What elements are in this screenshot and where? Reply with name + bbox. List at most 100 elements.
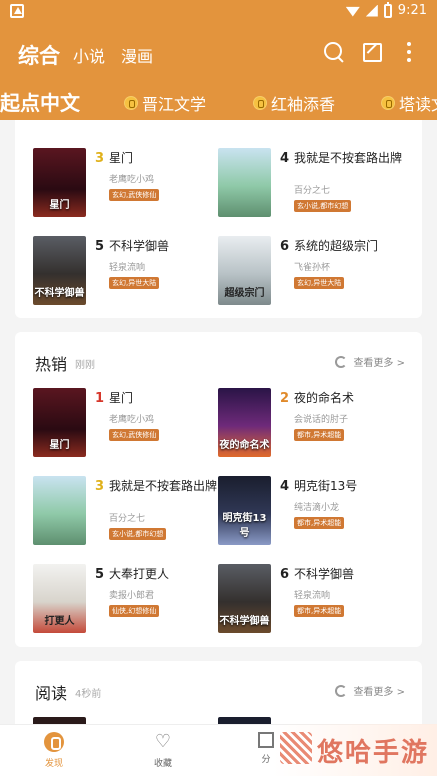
book-cover: 超级宗门 [218, 236, 271, 305]
section-updated: 4秒前 [75, 689, 102, 700]
see-more-label: 查看更多 > [353, 358, 405, 369]
book-title: 我就是不按套路出牌 [294, 151, 403, 165]
book-title: 我就是不按套路出牌 [109, 479, 218, 493]
nav-label: 分 [261, 755, 271, 765]
book-title: 系统的超级宗门 [294, 239, 379, 253]
wifi-icon [345, 6, 360, 17]
book-tag: 玄小说,都市幻想 [109, 528, 167, 540]
coin-icon [253, 96, 267, 110]
book-cover: 不科学御兽 [218, 564, 271, 633]
status-bar: 9:21 [0, 0, 437, 24]
book-item[interactable]: 明克街13号 4 明克街13号 纯洁滴小龙 都市,异术超能 [218, 476, 418, 548]
section-updated: 刚刚 [75, 360, 95, 371]
channel-hongxiu[interactable]: 红袖添香 [253, 91, 335, 115]
book-item[interactable]: 星门 1 星门 老鹰吃小鸡 玄幻,武侠修仙 [33, 388, 233, 460]
book-item[interactable]: 4 我就是不按套路出牌 百分之七 玄小说,都市幻想 [218, 148, 418, 220]
section-title: 热销 [35, 355, 68, 374]
book-item[interactable]: 超级宗门 6 系统的超级宗门 飞雀孙杯 玄幻,异世大陆 [218, 236, 418, 308]
more-menu-icon[interactable] [398, 41, 420, 63]
book-author: 老鹰吃小鸡 [109, 175, 155, 185]
watermark-logo [280, 732, 312, 764]
rank-number: 1 [95, 391, 105, 406]
channel-label: 晋江文学 [142, 95, 207, 114]
section-title: 阅读 [35, 684, 68, 703]
coin-icon [124, 96, 138, 110]
content-area[interactable]: 星门 3 星门 老鹰吃小鸡 玄幻,武侠修仙 4 我就是不按套路出牌 百分之七 玄… [0, 120, 437, 724]
book-cover: 星门 [33, 388, 86, 457]
book-cover: 明克街13号 [218, 476, 271, 545]
tab-novel[interactable]: 小说 [73, 43, 105, 67]
book-cover: 打更人 [33, 564, 86, 633]
rank-number: 4 [280, 479, 290, 494]
channel-bar: 起点中文 晋江文学 红袖添香 塔读文 [0, 84, 437, 120]
grid-icon [258, 732, 274, 748]
heart-icon: ♡ [154, 731, 172, 752]
book-cover [218, 148, 271, 217]
book-author: 轻泉流响 [109, 263, 146, 273]
book-tag: 玄幻,武侠修仙 [109, 429, 160, 441]
book-title: 明克街13号 [294, 479, 358, 493]
refresh-icon [335, 684, 348, 697]
channel-label: 红袖添香 [271, 95, 336, 114]
rank-number: 4 [280, 151, 290, 166]
book-author: 卖报小郎君 [109, 591, 155, 601]
watermark-text: 悠哈手游 [316, 738, 429, 768]
channel-tadu[interactable]: 塔读文 [381, 91, 437, 115]
channel-label: 塔读文 [399, 95, 437, 114]
notification-icon [10, 4, 24, 18]
reading-card: 阅读 4秒前 查看更多 > [15, 661, 422, 724]
book-author: 百分之七 [109, 514, 146, 524]
nav-favorites[interactable]: ♡ 收藏 [133, 731, 193, 770]
tab-comic[interactable]: 漫画 [121, 43, 153, 67]
book-tag: 玄幻,异世大陆 [294, 277, 345, 289]
nav-label: 收藏 [153, 759, 172, 769]
status-right: 9:21 [345, 1, 427, 18]
tab-comprehensive[interactable]: 综合 [18, 40, 60, 70]
rank-number: 6 [280, 239, 290, 254]
ranking-card: 星门 3 星门 老鹰吃小鸡 玄幻,武侠修仙 4 我就是不按套路出牌 百分之七 玄… [15, 120, 422, 318]
book-title: 不科学御兽 [109, 239, 170, 253]
rank-number: 5 [95, 239, 105, 254]
rank-number: 5 [95, 567, 105, 582]
see-more-label: 查看更多 > [353, 687, 405, 698]
book-author: 飞雀孙杯 [294, 263, 331, 273]
book-cover [33, 476, 86, 545]
book-tag: 都市,异术超能 [294, 605, 345, 617]
book-title: 不科学御兽 [294, 567, 355, 581]
book-author: 纯洁滴小龙 [294, 503, 340, 513]
book-item[interactable]: 星门 3 星门 老鹰吃小鸡 玄幻,武侠修仙 [33, 148, 233, 220]
nav-discover[interactable]: 发现 [24, 732, 84, 769]
battery-icon [383, 1, 392, 18]
book-item[interactable]: 不科学御兽 6 不科学御兽 轻泉流响 都市,异术超能 [218, 564, 418, 636]
nav-label: 发现 [44, 759, 63, 769]
clock: 9:21 [397, 3, 427, 18]
search-icon[interactable] [323, 41, 345, 63]
book-item[interactable]: 夜的命名术 2 夜的命名术 会说话的肘子 都市,异术超能 [218, 388, 418, 460]
book-author: 百分之七 [294, 186, 331, 196]
channel-label: 起点中文 [0, 91, 80, 115]
book-title: 大奉打更人 [109, 567, 170, 581]
book-cover: 星门 [33, 148, 86, 217]
book-tag: 玄小说,都市幻想 [294, 200, 352, 212]
see-more-button[interactable]: 查看更多 > [335, 683, 405, 698]
book-item[interactable]: 3 我就是不按套路出牌 百分之七 玄小说,都市幻想 [33, 476, 233, 548]
rank-number: 2 [280, 391, 290, 406]
book-tag: 仙侠,幻想修仙 [109, 605, 160, 617]
book-author: 老鹰吃小鸡 [109, 415, 155, 425]
hot-sales-card: 热销 刚刚 查看更多 > 星门 1 星门 老鹰吃小鸡 玄幻,武侠修仙 夜的命名术… [15, 332, 422, 647]
channel-qidian[interactable]: 起点中文 [0, 87, 80, 116]
book-title: 星门 [109, 151, 134, 165]
book-cover [218, 717, 271, 724]
book-item[interactable]: 不科学御兽 5 不科学御兽 轻泉流响 玄幻,异世大陆 [33, 236, 233, 308]
book-item[interactable]: 打更人 5 大奉打更人 卖报小郎君 仙侠,幻想修仙 [33, 564, 233, 636]
book-title: 星门 [109, 391, 134, 405]
edit-icon[interactable] [361, 41, 383, 63]
book-title: 夜的命名术 [294, 391, 355, 405]
coin-icon [381, 96, 395, 110]
rank-number: 6 [280, 567, 290, 582]
see-more-button[interactable]: 查看更多 > [335, 354, 405, 369]
book-tag: 都市,异术超能 [294, 429, 345, 441]
refresh-icon [335, 355, 348, 368]
book-cover: 不科学御兽 [33, 236, 86, 305]
channel-jinjiang[interactable]: 晋江文学 [124, 91, 206, 115]
